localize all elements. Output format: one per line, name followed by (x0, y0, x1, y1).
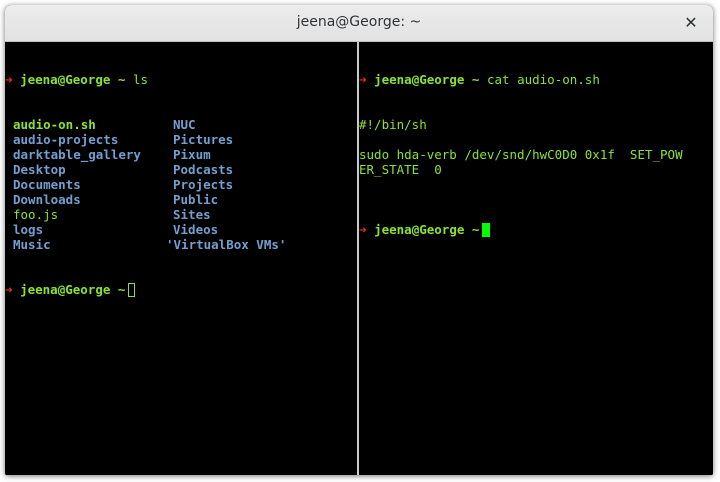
terminal-window: jeena@George: ~ ✕ ➜ jeena@George ~ ls au… (5, 5, 713, 475)
output-line: ER_STATE 0 (359, 162, 442, 177)
ls-listing: audio-on.sh NUC audio-projects Pictures dark… (5, 117, 357, 252)
prompt-line-current: ➜ jeena@George ~ (359, 222, 713, 237)
ls-entry: NUC (173, 117, 196, 132)
terminal-cursor-inactive (128, 283, 136, 297)
ls-entry: Podcasts (173, 162, 234, 177)
window-title: jeena@George: ~ (296, 14, 422, 30)
ls-entry: Sites (173, 207, 211, 222)
ls-row: Downloads Public (5, 192, 357, 207)
ls-entry: Desktop (13, 162, 66, 177)
terminal-pane-right[interactable]: ➜ jeena@George ~ cat audio-on.sh #!/bin/… (359, 42, 713, 475)
ls-row: darktable_gallery Pixum (5, 147, 357, 162)
prompt-dir: ~ (117, 72, 126, 87)
ls-row: Desktop Podcasts (5, 162, 357, 177)
ls-entry: Projects (173, 177, 234, 192)
prompt-user-host: jeena@George (374, 72, 465, 87)
ls-entry: Videos (173, 222, 219, 237)
ls-entry: audio-projects (13, 132, 119, 147)
ls-entry: Pictures (173, 132, 234, 147)
prompt-user-host: jeena@George (20, 72, 111, 87)
prompt-arrow-icon: ➜ (5, 282, 13, 297)
prompt-dir: ~ (471, 222, 480, 237)
cat-output: #!/bin/sh sudo hda-verb /dev/snd/hwC0D0 0… (359, 117, 713, 192)
title-bar[interactable]: jeena@George: ~ ✕ (5, 5, 713, 42)
output-line: #!/bin/sh (359, 117, 427, 132)
prompt-user-host: jeena@George (374, 222, 465, 237)
prompt-dir: ~ (117, 282, 126, 297)
ls-entry: Public (173, 192, 219, 207)
prompt-line: ➜ jeena@George ~ cat audio-on.sh (359, 72, 713, 87)
command-text: cat audio-on.sh (486, 72, 600, 87)
prompt-line-current: ➜ jeena@George ~ (5, 282, 357, 297)
ls-entry: Downloads (13, 192, 81, 207)
ls-entry: Music (13, 237, 51, 252)
ls-entry: 'VirtualBox VMs' (166, 237, 287, 252)
ls-row: foo.js Sites (5, 207, 357, 222)
command-text: ls (132, 72, 149, 87)
output-line: sudo hda-verb /dev/snd/hwC0D0 0x1f SET_P… (359, 147, 683, 162)
ls-entry: Pixum (173, 147, 211, 162)
ls-row: audio-projects Pictures (5, 132, 357, 147)
ls-entry: foo.js (13, 207, 59, 222)
ls-entry: logs (13, 222, 44, 237)
ls-row: audio-on.sh NUC (5, 117, 357, 132)
prompt-arrow-icon: ➜ (359, 72, 367, 87)
ls-entry: darktable_gallery (13, 147, 141, 162)
terminal-cursor-active (482, 223, 491, 237)
ls-row: Documents Projects (5, 177, 357, 192)
prompt-user-host: jeena@George (20, 282, 111, 297)
ls-entry: Documents (13, 177, 81, 192)
prompt-arrow-icon: ➜ (5, 72, 13, 87)
ls-entry: audio-on.sh (13, 117, 96, 132)
close-icon[interactable]: ✕ (679, 11, 703, 35)
prompt-arrow-icon: ➜ (359, 222, 367, 237)
prompt-line: ➜ jeena@George ~ ls (5, 72, 357, 87)
terminal-pane-left[interactable]: ➜ jeena@George ~ ls audio-on.sh NUC audio-… (5, 42, 357, 475)
ls-row: logs Videos (5, 222, 357, 237)
ls-row: Music 'VirtualBox VMs' (5, 237, 357, 252)
prompt-dir: ~ (471, 72, 480, 87)
